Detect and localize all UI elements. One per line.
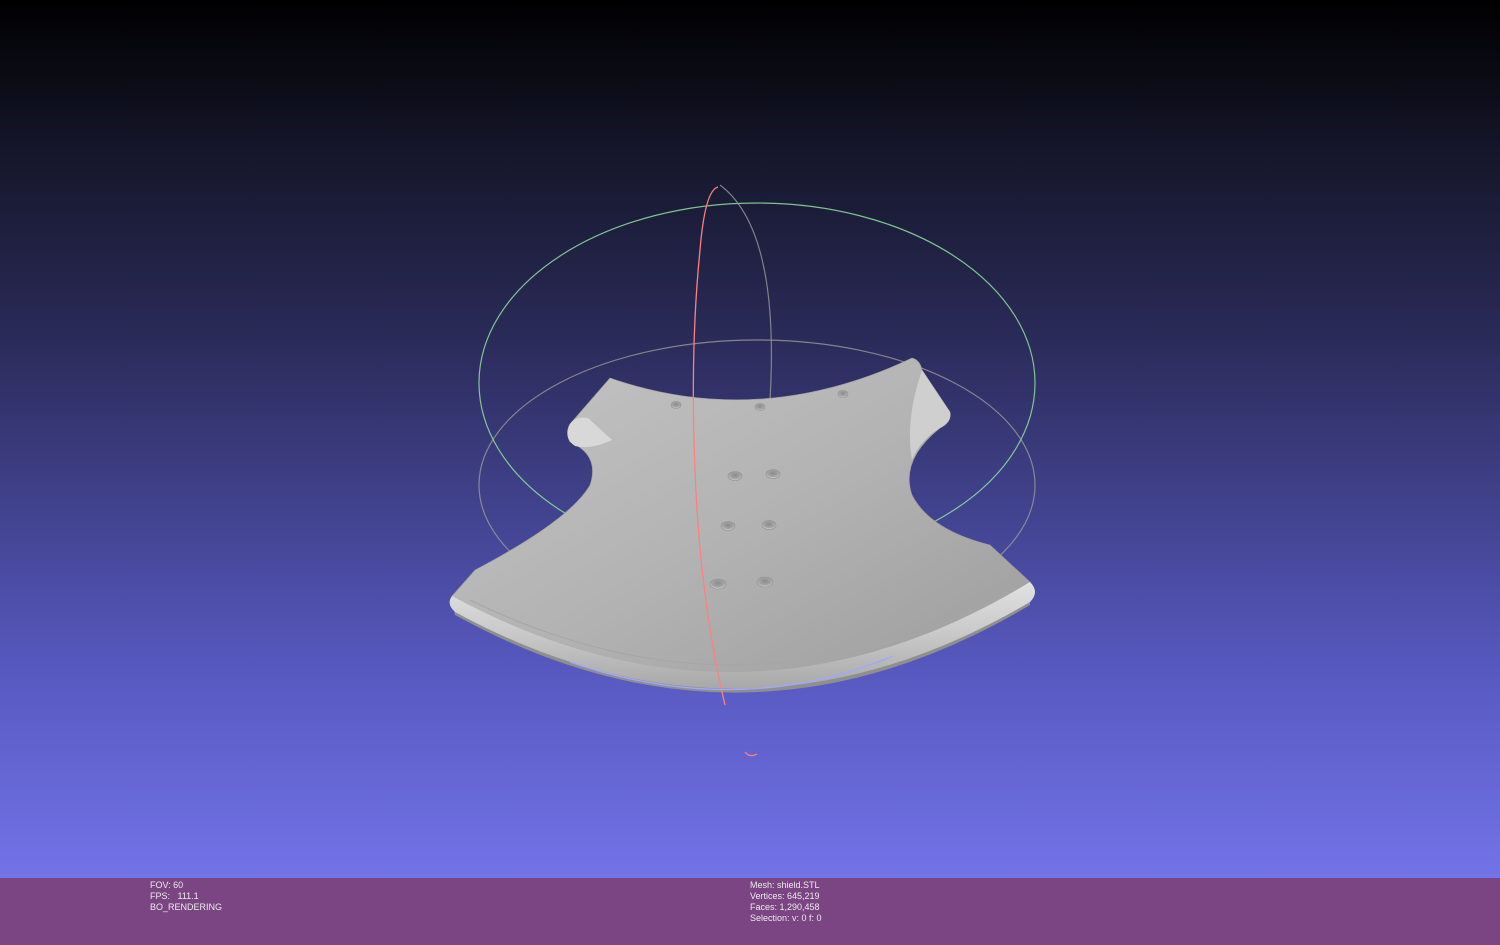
mount-hole [754, 403, 766, 411]
selection-readout: Selection: v: 0 f: 0 [750, 913, 822, 923]
render-mode-readout: BO_RENDERING [150, 902, 223, 912]
render-info: FOV: 60 FPS: 111.1 BO_RENDERING [150, 880, 222, 913]
vertices-readout: Vertices: 645,219 [750, 891, 820, 901]
fov-readout: FOV: 60 [150, 880, 184, 890]
mount-hole [670, 401, 682, 409]
mount-hole [761, 520, 777, 530]
trackball-ring-gray-vertical[interactable] [719, 184, 773, 401]
mount-hole [756, 576, 774, 588]
mount-hole [720, 521, 736, 531]
fps-readout: FPS: 111.1 [150, 891, 199, 901]
mount-hole [709, 578, 727, 590]
faces-readout: Faces: 1,290,458 [750, 902, 820, 912]
scene-canvas[interactable] [0, 0, 1500, 878]
shield-mesh[interactable] [449, 357, 1036, 693]
mount-hole [765, 469, 781, 479]
mount-hole [837, 390, 849, 398]
mesh-info: Mesh: shield.STL Vertices: 645,219 Faces… [750, 880, 822, 924]
mesh-name-readout: Mesh: shield.STL [750, 880, 820, 890]
mount-hole [727, 471, 743, 481]
3d-viewport[interactable] [0, 0, 1500, 878]
status-info-bar: FOV: 60 FPS: 111.1 BO_RENDERING Mesh: sh… [0, 878, 1500, 945]
meshlab-viewer: FOV: 60 FPS: 111.1 BO_RENDERING Mesh: sh… [0, 0, 1500, 945]
